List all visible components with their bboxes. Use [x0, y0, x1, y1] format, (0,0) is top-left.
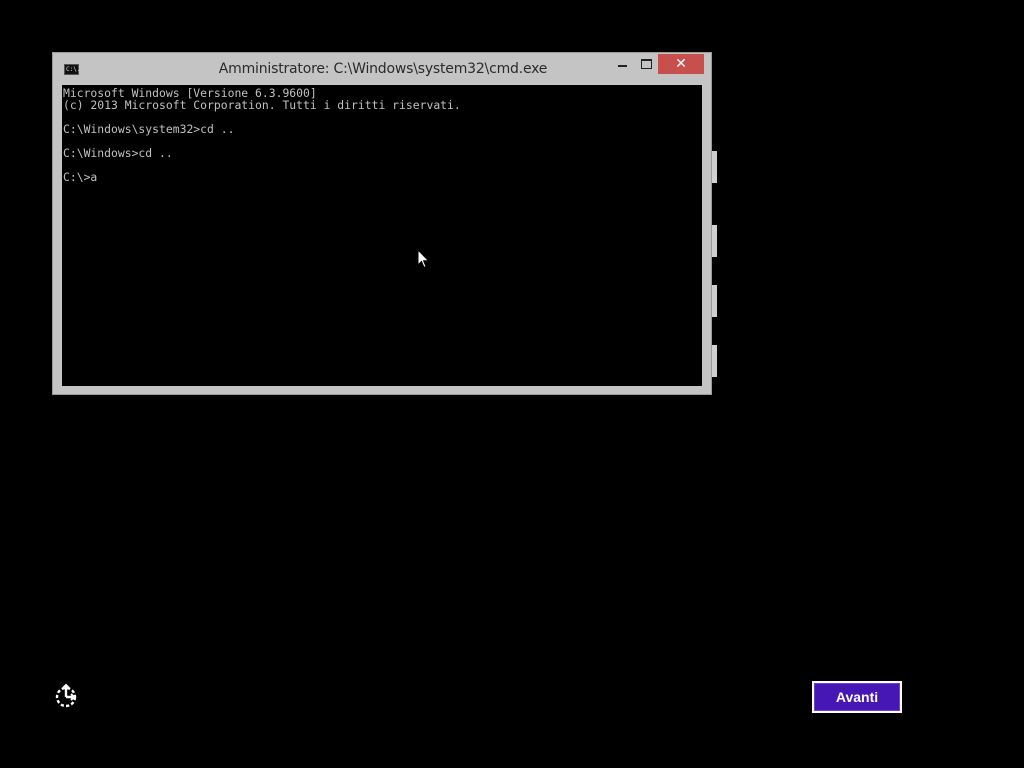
console-line: (c) 2013 Microsoft Corporation. Tutti i … [63, 98, 461, 112]
mouse-pointer-icon [417, 249, 430, 269]
console-line: C:\Windows>cd .. [63, 146, 173, 160]
minimize-button[interactable] [609, 54, 635, 74]
maximize-icon [640, 59, 652, 69]
command-prompt-line[interactable]: C:\>a [63, 171, 702, 183]
setup-screen: C:\. Amministratore: C:\Windows\system32… [0, 0, 1024, 768]
side-tab [712, 151, 717, 183]
cmd-window[interactable]: C:\. Amministratore: C:\Windows\system32… [52, 52, 712, 395]
ease-of-access-icon[interactable] [52, 683, 80, 711]
title-bar[interactable]: C:\. Amministratore: C:\Windows\system32… [53, 53, 711, 85]
maximize-button[interactable] [635, 54, 657, 74]
close-icon: ✕ [675, 56, 687, 72]
side-tab [712, 225, 717, 257]
next-button[interactable]: Avanti [812, 681, 902, 713]
side-tab [712, 285, 717, 317]
console-output[interactable]: Microsoft Windows [Versione 6.3.9600] (c… [62, 85, 702, 386]
next-button-label: Avanti [814, 683, 900, 711]
minimize-icon [617, 65, 627, 67]
console-line: C:\Windows\system32>cd .. [63, 122, 235, 136]
side-tab [712, 345, 717, 377]
close-button[interactable]: ✕ [658, 54, 704, 74]
